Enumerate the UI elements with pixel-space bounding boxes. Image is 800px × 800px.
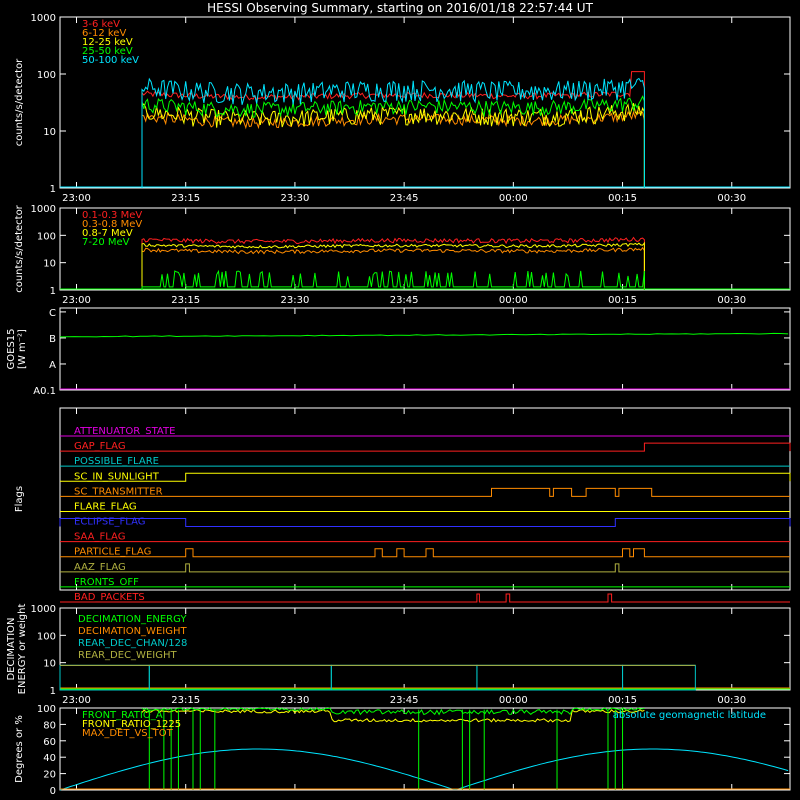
- flag-label: SAA_FLAG: [74, 532, 125, 543]
- flag-label: SC_TRANSMITTER: [74, 486, 163, 497]
- panel1-xtick-label: 00:00: [499, 193, 528, 204]
- panel2-ylabel: counts/s/detector: [14, 204, 25, 292]
- panel3-ytick-label: C: [49, 308, 56, 319]
- panel1-xtick-label: 23:45: [390, 193, 419, 204]
- flag-line-particle_flag: [60, 548, 790, 558]
- panel3-ytick-label: A: [49, 360, 56, 371]
- decimation-ytick-label: 1000: [31, 604, 56, 615]
- panel6-legend-item: MAX_DET_VS_TOT: [82, 728, 174, 739]
- panel1-ytick-label: 10: [43, 127, 56, 138]
- flag-label: POSSIBLE_FLARE: [74, 456, 159, 467]
- panel2-xtick-label: 23:00: [62, 295, 91, 306]
- panel3-ylabel: GOES15: [6, 328, 17, 369]
- panel1-xtick-label: 23:30: [281, 193, 310, 204]
- decimation-legend-item: REAR_DEC_CHAN/128: [78, 638, 187, 649]
- rear-dec-chan-box: [59, 664, 150, 691]
- rear-dec-chan-box: [622, 664, 696, 691]
- decimation-ylabel: ENERGY or weight: [17, 604, 28, 695]
- panel2-legend-item: 7-20 MeV: [82, 237, 130, 248]
- panel3-ytick-label: A0.1: [33, 386, 56, 397]
- flag-line-aaz_flag: [60, 563, 790, 573]
- geomag-latitude-line: [59, 748, 789, 791]
- panel3-ylabel: [W m⁻²]: [17, 329, 28, 369]
- decimation-ylabel: DECIMATION: [6, 617, 17, 680]
- flag-line-eclipse_flag: [59, 518, 791, 528]
- panel6-ytick-label: 100: [37, 704, 56, 715]
- panel2-ytick-label: 10: [43, 259, 56, 270]
- hessi-summary-figure: HESSI Observing Summary, starting on 201…: [6, 1, 791, 797]
- decimation-xtick-label: 00:30: [717, 695, 746, 706]
- panel1-xtick-label: 23:00: [62, 193, 91, 204]
- panel2-xtick-label: 23:15: [171, 295, 200, 306]
- rear-dec-chan-box: [476, 664, 624, 691]
- panel1-series-3: [141, 95, 645, 188]
- panel2-xtick-label: 23:45: [390, 295, 419, 306]
- decimation-ytick-label: 1: [50, 686, 56, 697]
- decimation-xtick-label: 23:30: [281, 695, 310, 706]
- panel1-ytick-label: 1: [50, 184, 56, 195]
- panel2-ytick-label: 1000: [31, 204, 56, 215]
- flag-label: GAP_FLAG: [74, 441, 126, 452]
- flag-label: FRONTS_OFF: [74, 577, 139, 588]
- panel6-ytick-label: 80: [43, 720, 56, 731]
- flag-label: ECLIPSE_FLAG: [74, 517, 145, 528]
- flags-ylabel: Flags: [14, 486, 25, 512]
- flag-label: SC_IN_SUNLIGHT: [74, 471, 160, 482]
- panel3-ytick-label: B: [49, 334, 56, 345]
- decimation-legend-item: DECIMATION_WEIGHT: [78, 626, 187, 637]
- decimation-xtick-label: 23:45: [390, 695, 419, 706]
- flag-label: ATTENUATOR_STATE: [74, 426, 175, 437]
- panel1-series-4: [141, 77, 645, 188]
- flag-line-bad_packets: [60, 593, 790, 603]
- decimation-xtick-label: 00:15: [608, 695, 637, 706]
- flag-label: BAD_PACKETS: [74, 592, 145, 603]
- decimation-legend-item: REAR_DEC_WEIGHT: [78, 650, 177, 661]
- flag-label: PARTICLE_FLAG: [74, 547, 151, 558]
- rear-dec-chan-box: [148, 664, 332, 691]
- goes-line: [59, 332, 789, 338]
- panel6-ytick-label: 0: [50, 786, 56, 797]
- panel2-ytick-label: 100: [37, 231, 56, 242]
- panel1-xtick-label: 00:30: [717, 193, 746, 204]
- panel2-xtick-label: 00:15: [608, 295, 637, 306]
- panel1-xtick-label: 00:15: [608, 193, 637, 204]
- panel6-ytick-label: 60: [43, 737, 56, 748]
- decimation-ytick-label: 10: [43, 659, 56, 670]
- panel1-ytick-label: 100: [37, 70, 56, 81]
- panel2-ytick-label: 1: [50, 286, 56, 297]
- decimation-xtick-label: 23:00: [62, 695, 91, 706]
- panel6-ytick-label: 20: [43, 770, 56, 781]
- panel1-legend-item: 50-100 keV: [82, 55, 139, 66]
- decimation-legend-item: DECIMATION_ENERGY: [78, 614, 187, 625]
- panel6-ytick-label: 40: [43, 753, 56, 764]
- flag-line-sc_transmitter: [60, 487, 790, 497]
- panel2-xtick-label: 00:00: [499, 295, 528, 306]
- panel2-xtick-label: 23:30: [281, 295, 310, 306]
- panel1-xtick-label: 23:15: [171, 193, 200, 204]
- decimation-ytick-label: 100: [37, 631, 56, 642]
- panel2-xtick-label: 00:30: [717, 295, 746, 306]
- decimation-xtick-label: 00:00: [499, 695, 528, 706]
- panel6-ylabel: Degrees or %: [14, 715, 25, 783]
- panel1-ylabel: counts/s/detector: [14, 58, 25, 146]
- figure-title: HESSI Observing Summary, starting on 201…: [207, 1, 593, 15]
- flag-label: AAZ_FLAG: [74, 562, 126, 573]
- panel1-ytick-label: 1000: [31, 13, 56, 24]
- panel2-series-3: [141, 269, 645, 290]
- front-ratio-a-line: [141, 707, 645, 716]
- panel3-frame: [59, 307, 791, 391]
- flag-line-sc_in_sunlight: [60, 472, 791, 482]
- flag-label: FLARE_FLAG: [74, 501, 137, 512]
- decimation-xtick-label: 23:15: [171, 695, 200, 706]
- flag-line-gap_flag: [60, 442, 791, 452]
- panel6-annotation: absolute geomagnetic latitude: [613, 710, 766, 721]
